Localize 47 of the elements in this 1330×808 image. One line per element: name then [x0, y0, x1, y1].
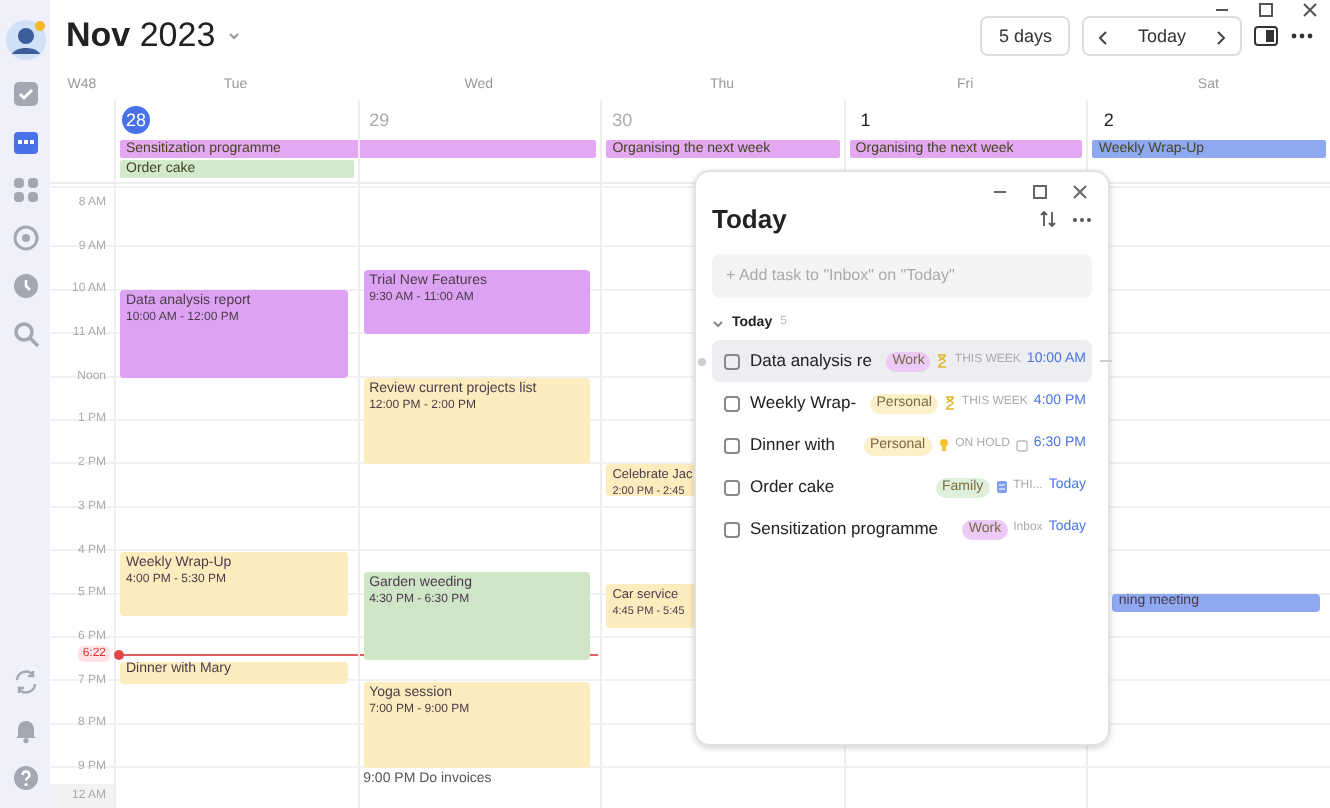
apps-icon[interactable] [11, 176, 39, 204]
task-title: Weekly Wrap- [750, 390, 857, 416]
checkbox-icon[interactable] [11, 80, 39, 108]
date-number: 28 [122, 106, 150, 134]
bulb-icon [937, 438, 950, 453]
hourglass-icon [936, 354, 949, 369]
more-icon[interactable] [1072, 215, 1092, 224]
bell-icon[interactable] [11, 716, 39, 744]
caret-icon[interactable] [227, 30, 240, 42]
task-checkbox[interactable] [724, 353, 740, 370]
date-number: 30 [610, 108, 635, 134]
side-panel-icon[interactable] [1254, 26, 1278, 46]
date-number: 29 [367, 108, 392, 134]
today-button[interactable]: Today [1123, 18, 1200, 54]
maximize-icon[interactable] [1032, 184, 1048, 200]
task-title: Data analysis re [750, 348, 872, 374]
add-task-field[interactable]: + Add task to "Inbox" on "Today" [712, 253, 1092, 298]
hourglass-icon [943, 396, 956, 411]
list-icon [995, 480, 1008, 495]
task-checkbox[interactable] [724, 521, 740, 538]
task-title: Order cake [750, 474, 835, 500]
month-title: Nov 2023 [66, 15, 216, 57]
sync-icon[interactable] [11, 668, 39, 696]
chevron-right-icon [1214, 29, 1226, 46]
close-icon[interactable] [1072, 184, 1088, 200]
task-checkbox[interactable] [724, 395, 740, 412]
avatar-icon[interactable] [5, 20, 45, 60]
task-checkbox[interactable] [724, 437, 740, 454]
close-icon[interactable] [1302, 2, 1318, 18]
calendar-icon[interactable] [11, 128, 39, 156]
chevron-left-icon [1097, 29, 1110, 46]
task-checkbox[interactable] [724, 479, 740, 496]
view-dropdown[interactable]: 5 days [980, 16, 1070, 56]
task-title: Dinner with [750, 432, 836, 458]
date-number: 1 [858, 108, 873, 134]
maximize-icon[interactable] [1258, 2, 1274, 18]
caret-icon[interactable] [712, 317, 724, 330]
sort-icon[interactable] [1040, 210, 1056, 229]
date-number: 2 [1101, 108, 1116, 134]
more-icon[interactable] [1290, 32, 1314, 40]
task-title: Sensitization programme [750, 516, 939, 542]
clock-icon[interactable] [11, 272, 39, 300]
target-icon[interactable] [11, 224, 39, 252]
help-icon[interactable] [11, 764, 39, 792]
current-time-dot [114, 650, 124, 660]
search-icon[interactable] [11, 320, 39, 348]
popup-title: Today [712, 204, 787, 236]
